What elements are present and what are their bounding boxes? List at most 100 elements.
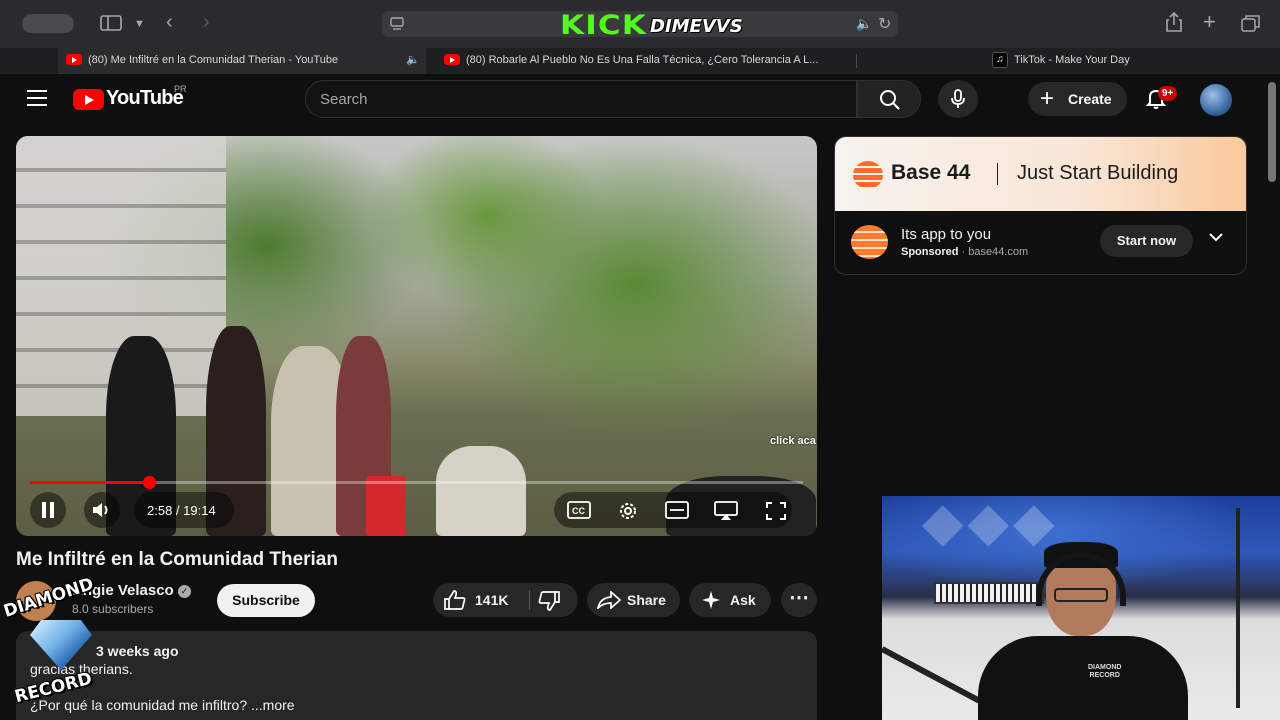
subscribe-button[interactable]: Subscribe — [217, 584, 315, 617]
shirt-logo-bottom: RECORD — [1089, 672, 1120, 679]
ad-title: Its app to you — [901, 226, 992, 243]
like-dislike-group: 141K — [433, 583, 578, 617]
progress-scrubber[interactable] — [143, 476, 157, 489]
video-player[interactable]: click aca 2:58 / 19:14 CC — [16, 136, 817, 536]
browser-toolbar: ▼ ‹ › 🔈 ↻ KICK DIMEVVS + — [0, 0, 1280, 48]
time-label: 2:58 / 19:14 — [147, 503, 216, 518]
ad-chevron-down-icon[interactable] — [1209, 229, 1223, 245]
ad-banner[interactable]: Base 44 Just Start Building — [835, 137, 1246, 211]
youtube-logo-icon[interactable] — [73, 89, 104, 110]
ask-label: Ask — [730, 592, 756, 608]
sponsored-ad-card[interactable]: Base 44 Just Start Building Its app to y… — [834, 136, 1247, 275]
traffic-pill — [22, 14, 74, 33]
share-arrow-icon — [597, 591, 621, 609]
more-actions-button[interactable]: ⋯ — [781, 583, 817, 617]
tab-separator — [856, 54, 857, 68]
tab-youtube-robarle[interactable]: (80) Robarle Al Pueblo No Es Una Falla T… — [444, 48, 852, 74]
tab-bar: (80) Me Infiltré en la Comunidad Therian… — [0, 48, 1280, 74]
volume-button[interactable] — [84, 492, 120, 528]
settings-gear-icon[interactable] — [617, 500, 639, 528]
tab-title: TikTok - Make Your Day — [1014, 54, 1130, 66]
diamond-logo-text-bottom: RECORD — [12, 668, 95, 708]
share-icon[interactable] — [1165, 11, 1183, 38]
diamond-gem-icon — [30, 620, 92, 670]
verified-check-icon: ✓ — [178, 585, 191, 598]
kick-username: DIMEVVS — [650, 16, 743, 37]
youtube-icon — [444, 53, 460, 65]
svg-text:CC: CC — [572, 506, 585, 516]
sparkle-icon — [702, 591, 720, 609]
shirt-logo-top: DIAMOND — [1088, 664, 1122, 671]
captions-icon[interactable]: CC — [567, 501, 591, 525]
tripod-stand — [1236, 508, 1240, 708]
thumbs-down-icon — [538, 591, 560, 611]
page-scrollbar[interactable] — [1268, 82, 1276, 182]
video-frame-bag — [366, 476, 406, 536]
like-count: 141K — [475, 592, 509, 608]
base44-logo-icon — [853, 161, 883, 189]
tab-title: (80) Me Infiltré en la Comunidad Therian… — [88, 54, 339, 66]
airplay-icon[interactable] — [714, 501, 738, 527]
audio-playing-icon[interactable]: 🔈 — [856, 16, 872, 32]
back-icon[interactable]: ‹ — [166, 12, 173, 32]
ad-domain: base44.com — [968, 246, 1029, 258]
tab-title: (80) Robarle Al Pueblo No Es Una Falla T… — [466, 54, 819, 66]
tiktok-icon: ♫ — [992, 52, 1008, 69]
ad-advertiser-icon — [851, 225, 888, 259]
search-button[interactable] — [857, 80, 921, 118]
chevron-down-icon[interactable]: ▼ — [134, 14, 145, 34]
tab-overview-icon[interactable] — [1241, 14, 1261, 38]
reload-icon[interactable]: ↻ — [878, 14, 891, 34]
webcam-overlay: ◆◆◆ DIAMOND RECORD — [882, 496, 1280, 720]
create-label: Create — [1068, 91, 1112, 107]
microphone-icon — [951, 89, 965, 108]
keyboard-instrument — [934, 582, 1044, 604]
country-code: PR — [174, 84, 187, 94]
like-button[interactable]: 141K — [433, 583, 529, 617]
youtube-icon — [66, 53, 82, 65]
kick-logo: KICK — [560, 10, 648, 41]
plus-icon: + — [1040, 85, 1055, 112]
dislike-button[interactable] — [530, 583, 578, 617]
video-frame-person — [436, 446, 526, 536]
fullscreen-icon[interactable] — [766, 502, 786, 526]
ad-sponsored-label: Sponsored — [901, 246, 959, 258]
new-tab-icon[interactable]: + — [1203, 11, 1216, 33]
tab-tiktok[interactable]: ♫ TikTok - Make Your Day — [992, 48, 1252, 74]
volume-icon — [93, 503, 108, 517]
search-input[interactable] — [320, 89, 840, 109]
account-avatar[interactable] — [1200, 84, 1232, 116]
shirt-logo: DIAMOND RECORD — [1088, 664, 1121, 680]
tab-youtube-therian[interactable]: (80) Me Infiltré en la Comunidad Therian… — [58, 48, 426, 74]
reader-icon — [390, 17, 404, 36]
ad-tagline: Just Start Building — [1017, 162, 1179, 184]
share-label: Share — [627, 592, 666, 608]
mute-tab-icon[interactable]: 🔈 — [406, 48, 420, 72]
voice-search-button[interactable] — [938, 80, 978, 118]
create-button[interactable]: + Create — [1028, 82, 1127, 116]
streamer-body — [978, 636, 1188, 720]
ad-sponsored-line: Sponsored · base44.com — [901, 246, 1029, 258]
search-icon — [880, 90, 900, 110]
progress-bar[interactable] — [30, 476, 803, 489]
share-button[interactable]: Share — [587, 583, 680, 617]
miniplayer-icon[interactable] — [665, 501, 689, 525]
pause-icon — [42, 502, 54, 518]
more-horizontal-icon: ⋯ — [789, 587, 809, 609]
ad-brand: Base 44 — [891, 161, 971, 184]
menu-icon[interactable] — [27, 90, 47, 106]
thumbs-up-icon — [444, 590, 466, 610]
diamond-record-logo: DIAMOND RECORD — [0, 574, 124, 720]
sidebar-toggle-icon[interactable] — [100, 14, 122, 38]
video-watermark: click aca — [770, 435, 816, 447]
ad-divider — [997, 163, 998, 185]
ask-button[interactable]: Ask — [689, 583, 771, 617]
forward-icon[interactable]: › — [203, 12, 210, 32]
youtube-logo-text[interactable]: YouTube — [106, 87, 184, 110]
video-title: Me Infiltré en la Comunidad Therian — [16, 549, 338, 570]
progress-fill — [30, 481, 150, 484]
diamond-logo-text-top: DIAMOND — [1, 574, 97, 622]
pause-button[interactable] — [30, 492, 66, 528]
notification-badge: 9+ — [1158, 86, 1178, 101]
ad-start-now-button[interactable]: Start now — [1100, 225, 1193, 257]
